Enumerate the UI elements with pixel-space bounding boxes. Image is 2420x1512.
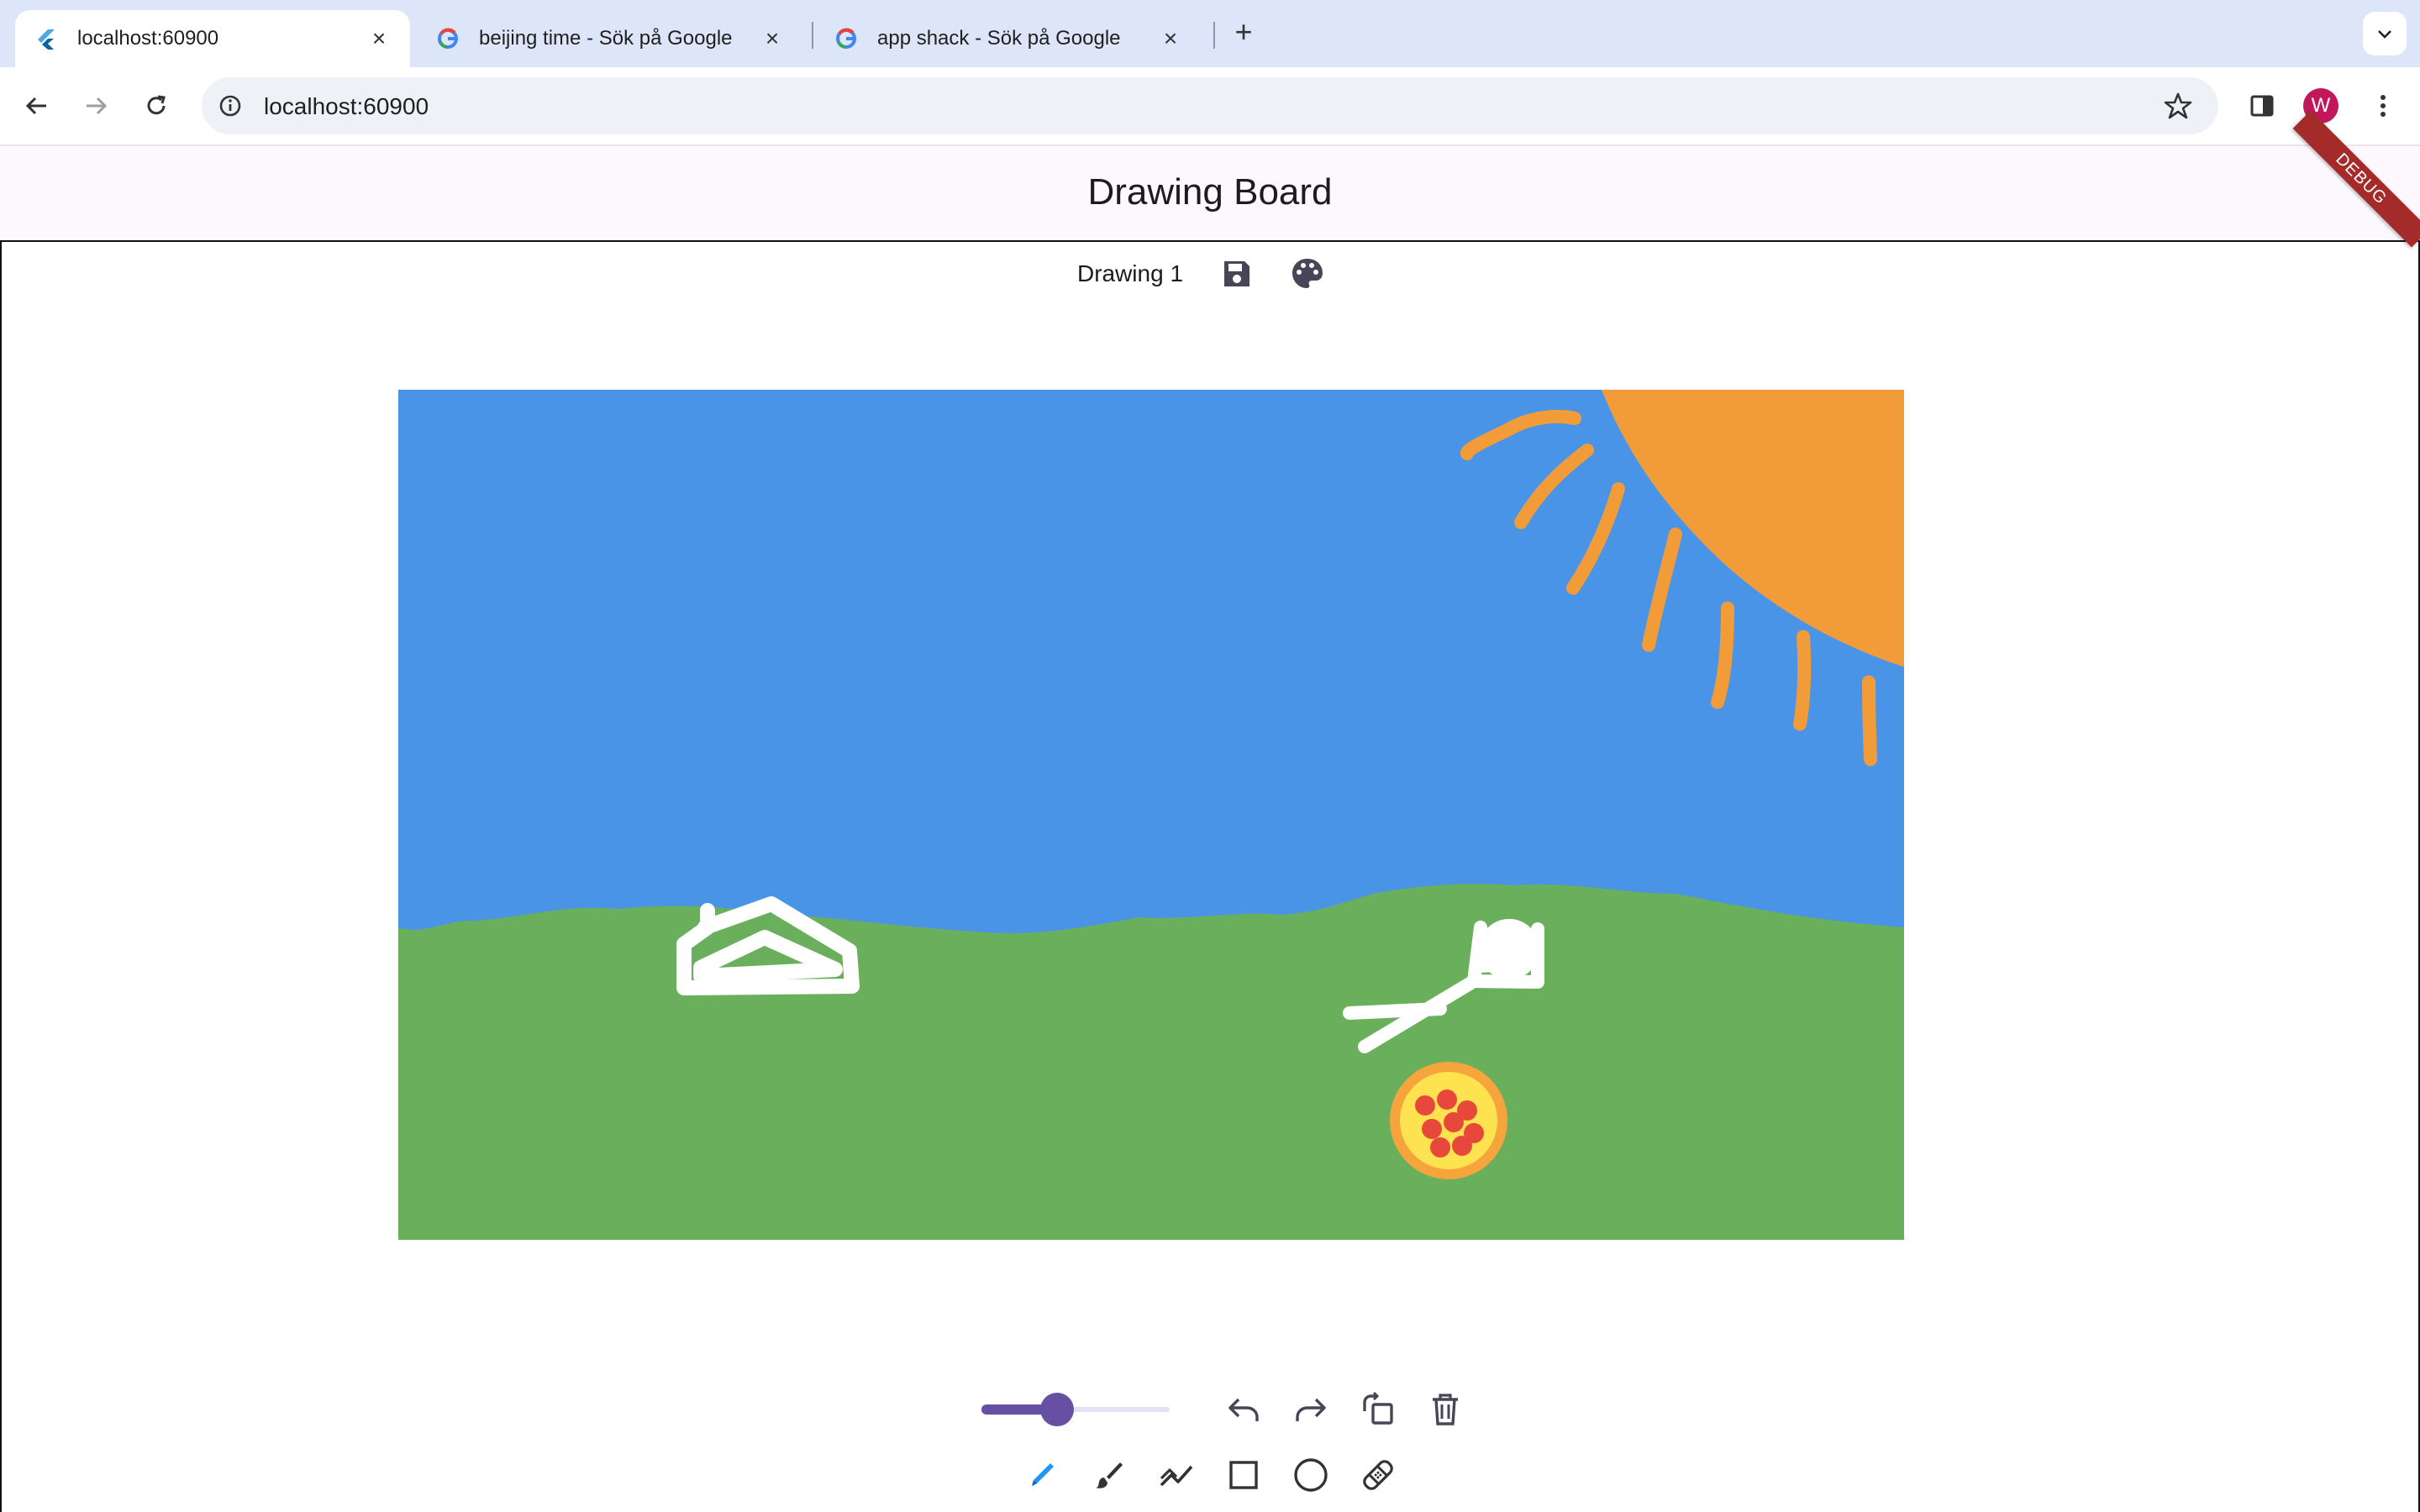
redo-icon (1296, 1398, 1326, 1421)
drawing-name: Drawing 1 (1076, 260, 1184, 286)
close-icon[interactable]: × (760, 25, 785, 51)
rectangle-tool-button[interactable] (1220, 1452, 1267, 1499)
tab-separator (812, 22, 813, 49)
rectangle-icon (1229, 1461, 1258, 1489)
close-icon[interactable]: × (366, 25, 392, 51)
circle-tool-button[interactable] (1287, 1452, 1334, 1499)
tab-search-button[interactable] (2363, 12, 2407, 55)
tab-separator (1213, 22, 1215, 49)
pencil-icon (1032, 1463, 1054, 1486)
circle-icon (1294, 1458, 1328, 1492)
delete-icon (1433, 1394, 1458, 1425)
forward-button[interactable] (76, 86, 116, 126)
delete-button[interactable] (1422, 1386, 1469, 1433)
reload-icon (147, 95, 166, 115)
menu-button[interactable] (2363, 86, 2403, 126)
tab-title: app shack - Sök på Google (877, 27, 1121, 50)
save-icon (1224, 261, 1250, 286)
back-button[interactable] (17, 86, 57, 126)
arrow-left-icon (25, 97, 46, 115)
tab-localhost[interactable]: localhost:60900 × (15, 10, 410, 67)
drawing-header: Drawing 1 (0, 252, 2420, 296)
brush-icon (1096, 1462, 1123, 1488)
brush-tool-button[interactable] (1086, 1452, 1133, 1499)
google-icon (834, 26, 859, 51)
chevron-down-icon (2378, 30, 2391, 39)
side-panel-button[interactable] (2242, 86, 2282, 126)
address-bar[interactable]: localhost:60900 (202, 77, 2218, 134)
rotate-icon (1363, 1391, 1393, 1425)
url-text[interactable]: localhost:60900 (264, 93, 429, 120)
undo-icon (1228, 1398, 1259, 1421)
save-button[interactable] (1217, 254, 1257, 294)
pencil-tool-button[interactable] (1018, 1452, 1065, 1499)
stroke-size-slider[interactable] (981, 1393, 1170, 1426)
tab-app-shack[interactable]: app shack - Sök på Google × (815, 10, 1202, 67)
polyline-icon (1160, 1465, 1193, 1487)
bookmark-star-icon[interactable] (2161, 89, 2195, 123)
slider-thumb[interactable] (1040, 1393, 1074, 1426)
color-palette-button[interactable] (1287, 254, 1328, 294)
controls-row-actions (0, 1384, 2420, 1435)
canvas-artwork[interactable] (398, 390, 1904, 1240)
undo-button[interactable] (1220, 1386, 1267, 1433)
pizza-sticker (1390, 1062, 1507, 1179)
tab-title: localhost:60900 (77, 27, 219, 50)
app-bar: Drawing Board (0, 146, 2420, 242)
google-icon (435, 26, 460, 51)
info-icon[interactable] (215, 91, 245, 121)
grass (398, 884, 1904, 1240)
redo-button[interactable] (1287, 1386, 1334, 1433)
rotate-button[interactable] (1355, 1386, 1402, 1433)
browser-toolbar: localhost:60900 W (0, 67, 2420, 146)
new-tab-button[interactable]: + (1227, 14, 1260, 49)
page-title: Drawing Board (1087, 171, 1333, 213)
reload-button[interactable] (136, 86, 176, 126)
arrow-right-icon (87, 97, 108, 115)
tab-title: beijing time - Sök på Google (479, 27, 733, 50)
side-panel-icon (2250, 95, 2274, 117)
drawing-canvas[interactable] (398, 390, 1904, 1240)
controls-row-tools (0, 1452, 2420, 1502)
eraser-tool-button[interactable] (1355, 1452, 1402, 1499)
browser-tab-strip: localhost:60900 × beijing time - Sök på … (0, 0, 2420, 67)
tab-beijing-time[interactable]: beijing time - Sök på Google × (417, 10, 803, 67)
polyline-tool-button[interactable] (1153, 1452, 1200, 1499)
flutter-icon (34, 26, 59, 51)
more-vert-icon (2381, 95, 2386, 117)
close-icon[interactable]: × (1158, 25, 1183, 51)
palette-icon (1292, 259, 1323, 288)
eraser-icon (1363, 1460, 1393, 1490)
